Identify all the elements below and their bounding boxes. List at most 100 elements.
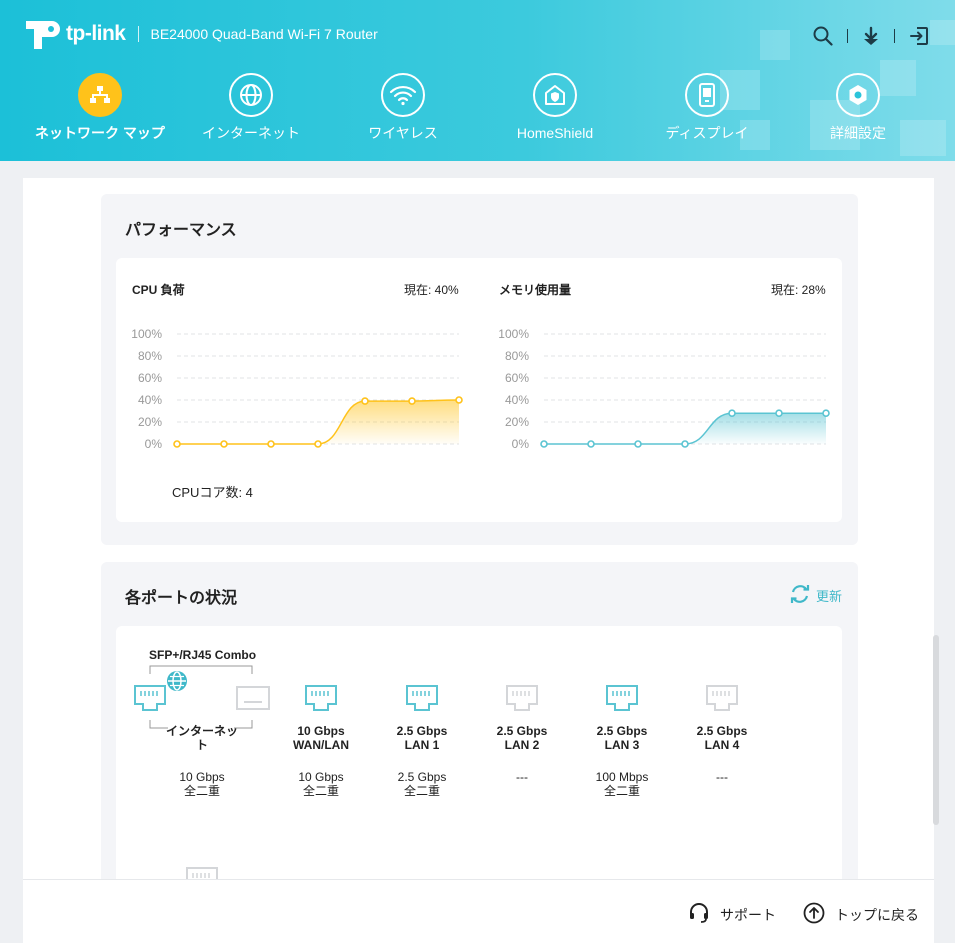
port-lan4: 2.5 Gbps LAN 4 ---: [682, 724, 762, 784]
port-name: LAN 3: [604, 738, 640, 752]
port-status-speed: 10 Gbps: [298, 770, 344, 784]
nav-network-map[interactable]: ネットワーク マップ: [30, 72, 170, 141]
main-content: パフォーマンス CPU 負荷 現在: 40% メモリ使用量 現在: 28% 10…: [23, 178, 934, 943]
ethernet-port-icon: [705, 684, 739, 717]
display-icon: [685, 73, 729, 117]
logo-divider: [137, 26, 139, 42]
divider: [894, 29, 895, 43]
port-status-duplex: 全二重: [183, 784, 220, 798]
ethernet-port-icon: [133, 684, 167, 717]
ethernet-port-icon: [304, 684, 338, 717]
header-decoration: [760, 30, 790, 60]
cpu-chart-label: CPU 負荷: [132, 283, 185, 297]
cpu-core-count: CPUコア数: 4: [172, 485, 253, 500]
port-speed: 2.5 Gbps: [596, 724, 648, 738]
y-tick-label: 100%: [131, 327, 162, 341]
main-nav: ネットワーク マップ インターネット ワイヤレス HomeShield ディスプ…: [0, 72, 955, 161]
cpu-load-chart: 100% 80% 60% 40% 20% 0%: [131, 327, 463, 451]
port-status-speed: 10 Gbps: [179, 770, 225, 784]
port-status-duplex: 全二重: [403, 784, 440, 798]
data-point: [634, 440, 642, 448]
nav-label: インターネット: [202, 125, 300, 141]
port-speed: 10 Gbps: [297, 724, 345, 738]
series-area: [544, 413, 826, 444]
nav-label: ネットワーク マップ: [35, 125, 165, 141]
nav-wireless[interactable]: ワイヤレス: [333, 72, 473, 141]
wifi-icon: [381, 73, 425, 117]
back-to-top-link[interactable]: トップに戻る: [803, 902, 919, 927]
refresh-icon: [789, 583, 811, 608]
nav-label: 詳細設定: [830, 125, 886, 141]
port-status-duplex: 全二重: [603, 784, 640, 798]
memory-chart-label: メモリ使用量: [499, 283, 572, 297]
network-map-icon: [78, 73, 122, 117]
nav-label: ディスプレイ: [665, 125, 749, 141]
data-point: [775, 409, 783, 417]
y-tick-label: 60%: [138, 371, 162, 385]
port-lan2: 2.5 Gbps LAN 2 ---: [482, 724, 562, 784]
port-name: LAN 4: [704, 738, 740, 752]
home-shield-icon: [533, 73, 577, 117]
memory-current-value: 現在: 28%: [771, 283, 826, 297]
download-app-icon[interactable]: [862, 26, 880, 46]
y-tick-label: 100%: [498, 327, 529, 341]
port-speed: 2.5 Gbps: [696, 724, 748, 738]
port-wan-lan: 10 Gbps WAN/LAN 10 Gbps 全二重: [281, 724, 361, 798]
headset-icon: [688, 902, 710, 927]
combo-port-label: SFP+/RJ45 Combo: [149, 648, 257, 662]
y-tick-label: 40%: [505, 393, 529, 407]
refresh-label: 更新: [815, 589, 842, 604]
refresh-button[interactable]: 更新: [789, 583, 842, 608]
nav-label: ワイヤレス: [368, 125, 438, 141]
nav-label: HomeShield: [516, 125, 594, 141]
port-status-speed: 100 Mbps: [595, 770, 649, 784]
brand-logo[interactable]: tp-link BE24000 Quad-Band Wi-Fi 7 Router: [22, 17, 378, 51]
nav-advanced[interactable]: 詳細設定: [788, 72, 928, 141]
data-point: [173, 440, 181, 448]
arrow-up-circle-icon: [803, 902, 825, 927]
port-internet: インターネット 10 Gbps 全二重: [162, 724, 242, 798]
port-name: LAN 1: [404, 738, 440, 752]
data-point: [587, 440, 595, 448]
data-point: [408, 397, 416, 405]
sfp-port-icon: [236, 686, 270, 715]
top-header: tp-link BE24000 Quad-Band Wi-Fi 7 Router…: [0, 0, 955, 161]
nav-display[interactable]: ディスプレイ: [637, 72, 777, 141]
port-name: WAN/LAN: [293, 738, 349, 752]
port-status-duplex: 全二重: [302, 784, 339, 798]
port-status-speed: ---: [716, 770, 728, 784]
header-actions: [813, 26, 929, 46]
data-point: [822, 409, 830, 417]
divider: [847, 29, 848, 43]
port-status-speed: 2.5 Gbps: [397, 770, 447, 784]
logout-icon[interactable]: [909, 26, 929, 46]
tplink-logo-icon: [22, 17, 62, 51]
performance-card: パフォーマンス CPU 負荷 現在: 40% メモリ使用量 現在: 28% 10…: [101, 194, 858, 545]
support-link[interactable]: サポート: [688, 902, 776, 927]
port-lan1: 2.5 Gbps LAN 1 2.5 Gbps 全二重: [382, 724, 462, 798]
memory-usage-chart: 100% 80% 60% 40% 20% 0%: [498, 327, 830, 451]
y-tick-label: 40%: [138, 393, 162, 407]
y-tick-label: 80%: [505, 349, 529, 363]
data-point: [540, 440, 548, 448]
y-tick-label: 0%: [145, 437, 163, 451]
search-icon[interactable]: [813, 26, 833, 46]
y-tick-label: 0%: [512, 437, 530, 451]
page-scrollbar[interactable]: [933, 635, 939, 825]
model-name: BE24000 Quad-Band Wi-Fi 7 Router: [150, 26, 378, 42]
header-decoration: [930, 20, 955, 45]
performance-charts-panel: CPU 負荷 現在: 40% メモリ使用量 現在: 28% 100% 80% 60%…: [116, 258, 842, 522]
ethernet-port-icon: [605, 684, 639, 717]
nav-homeshield[interactable]: HomeShield: [485, 72, 625, 141]
port-name: LAN 2: [504, 738, 540, 752]
globe-icon: [229, 73, 273, 117]
port-speed: 2.5 Gbps: [496, 724, 548, 738]
data-point: [361, 397, 369, 405]
nav-internet[interactable]: インターネット: [181, 72, 321, 141]
data-point: [728, 409, 736, 417]
ethernet-port-icon: [405, 684, 439, 717]
globe-icon: [166, 670, 188, 697]
footer-bar: サポート トップに戻る: [23, 879, 934, 943]
port-status-title: 各ポートの状況: [125, 590, 238, 607]
ethernet-port-icon: [505, 684, 539, 717]
